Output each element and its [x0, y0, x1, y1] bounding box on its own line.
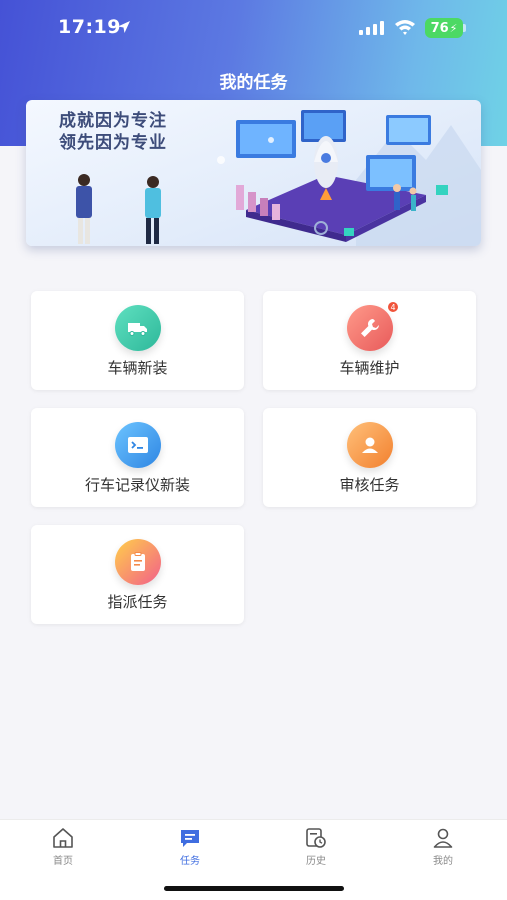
task-card-label: 指派任务 — [107, 593, 168, 611]
task-card-vehicle-maintenance[interactable]: 4 车辆维护 — [263, 291, 476, 390]
status-time: 17:19 — [58, 16, 121, 38]
wifi-icon — [395, 20, 415, 35]
tab-label: 我的 — [433, 856, 453, 867]
terminal-icon — [115, 422, 161, 468]
tab-label: 历史 — [306, 856, 326, 867]
banner[interactable]: 成就因为专注 领先因为专业 — [26, 100, 481, 246]
tab-profile[interactable]: 我的 — [413, 826, 473, 867]
tab-history[interactable]: 历史 — [286, 826, 346, 867]
profile-icon — [433, 828, 453, 848]
battery-level: 76 — [430, 20, 449, 36]
banner-slogan-line-2: 领先因为专业 — [59, 133, 167, 153]
tab-tasks[interactable]: 任务 — [160, 826, 220, 867]
page-title: 我的任务 — [219, 73, 288, 93]
wrench-icon — [347, 305, 393, 351]
user-review-icon — [347, 422, 393, 468]
home-indicator[interactable] — [164, 886, 344, 891]
battery-indicator: 76 ⚡ — [425, 18, 463, 38]
task-card-label: 审核任务 — [339, 476, 400, 494]
battery-cap — [463, 24, 466, 32]
tab-label: 任务 — [180, 856, 200, 867]
home-icon — [53, 828, 73, 848]
charging-icon: ⚡ — [449, 21, 458, 35]
task-card-vehicle-install[interactable]: 车辆新装 — [31, 291, 244, 390]
task-card-label: 车辆维护 — [339, 359, 400, 377]
clipboard-icon — [115, 539, 161, 585]
task-card-review[interactable]: 审核任务 — [263, 408, 476, 507]
task-card-label: 行车记录仪新装 — [84, 476, 190, 494]
location-arrow-icon — [118, 21, 130, 33]
tab-label: 首页 — [53, 856, 73, 867]
tab-home[interactable]: 首页 — [33, 826, 93, 867]
notification-badge: 4 — [387, 301, 399, 313]
task-icon — [181, 830, 199, 847]
task-card-label: 车辆新装 — [107, 359, 168, 377]
cellular-signal-icon — [359, 21, 384, 35]
task-card-assign[interactable]: 指派任务 — [31, 525, 244, 624]
status-bar: 17:19 76 ⚡ — [0, 0, 507, 56]
task-card-dashcam-install[interactable]: 行车记录仪新装 — [31, 408, 244, 507]
history-icon — [306, 828, 326, 848]
truck-icon — [115, 305, 161, 351]
